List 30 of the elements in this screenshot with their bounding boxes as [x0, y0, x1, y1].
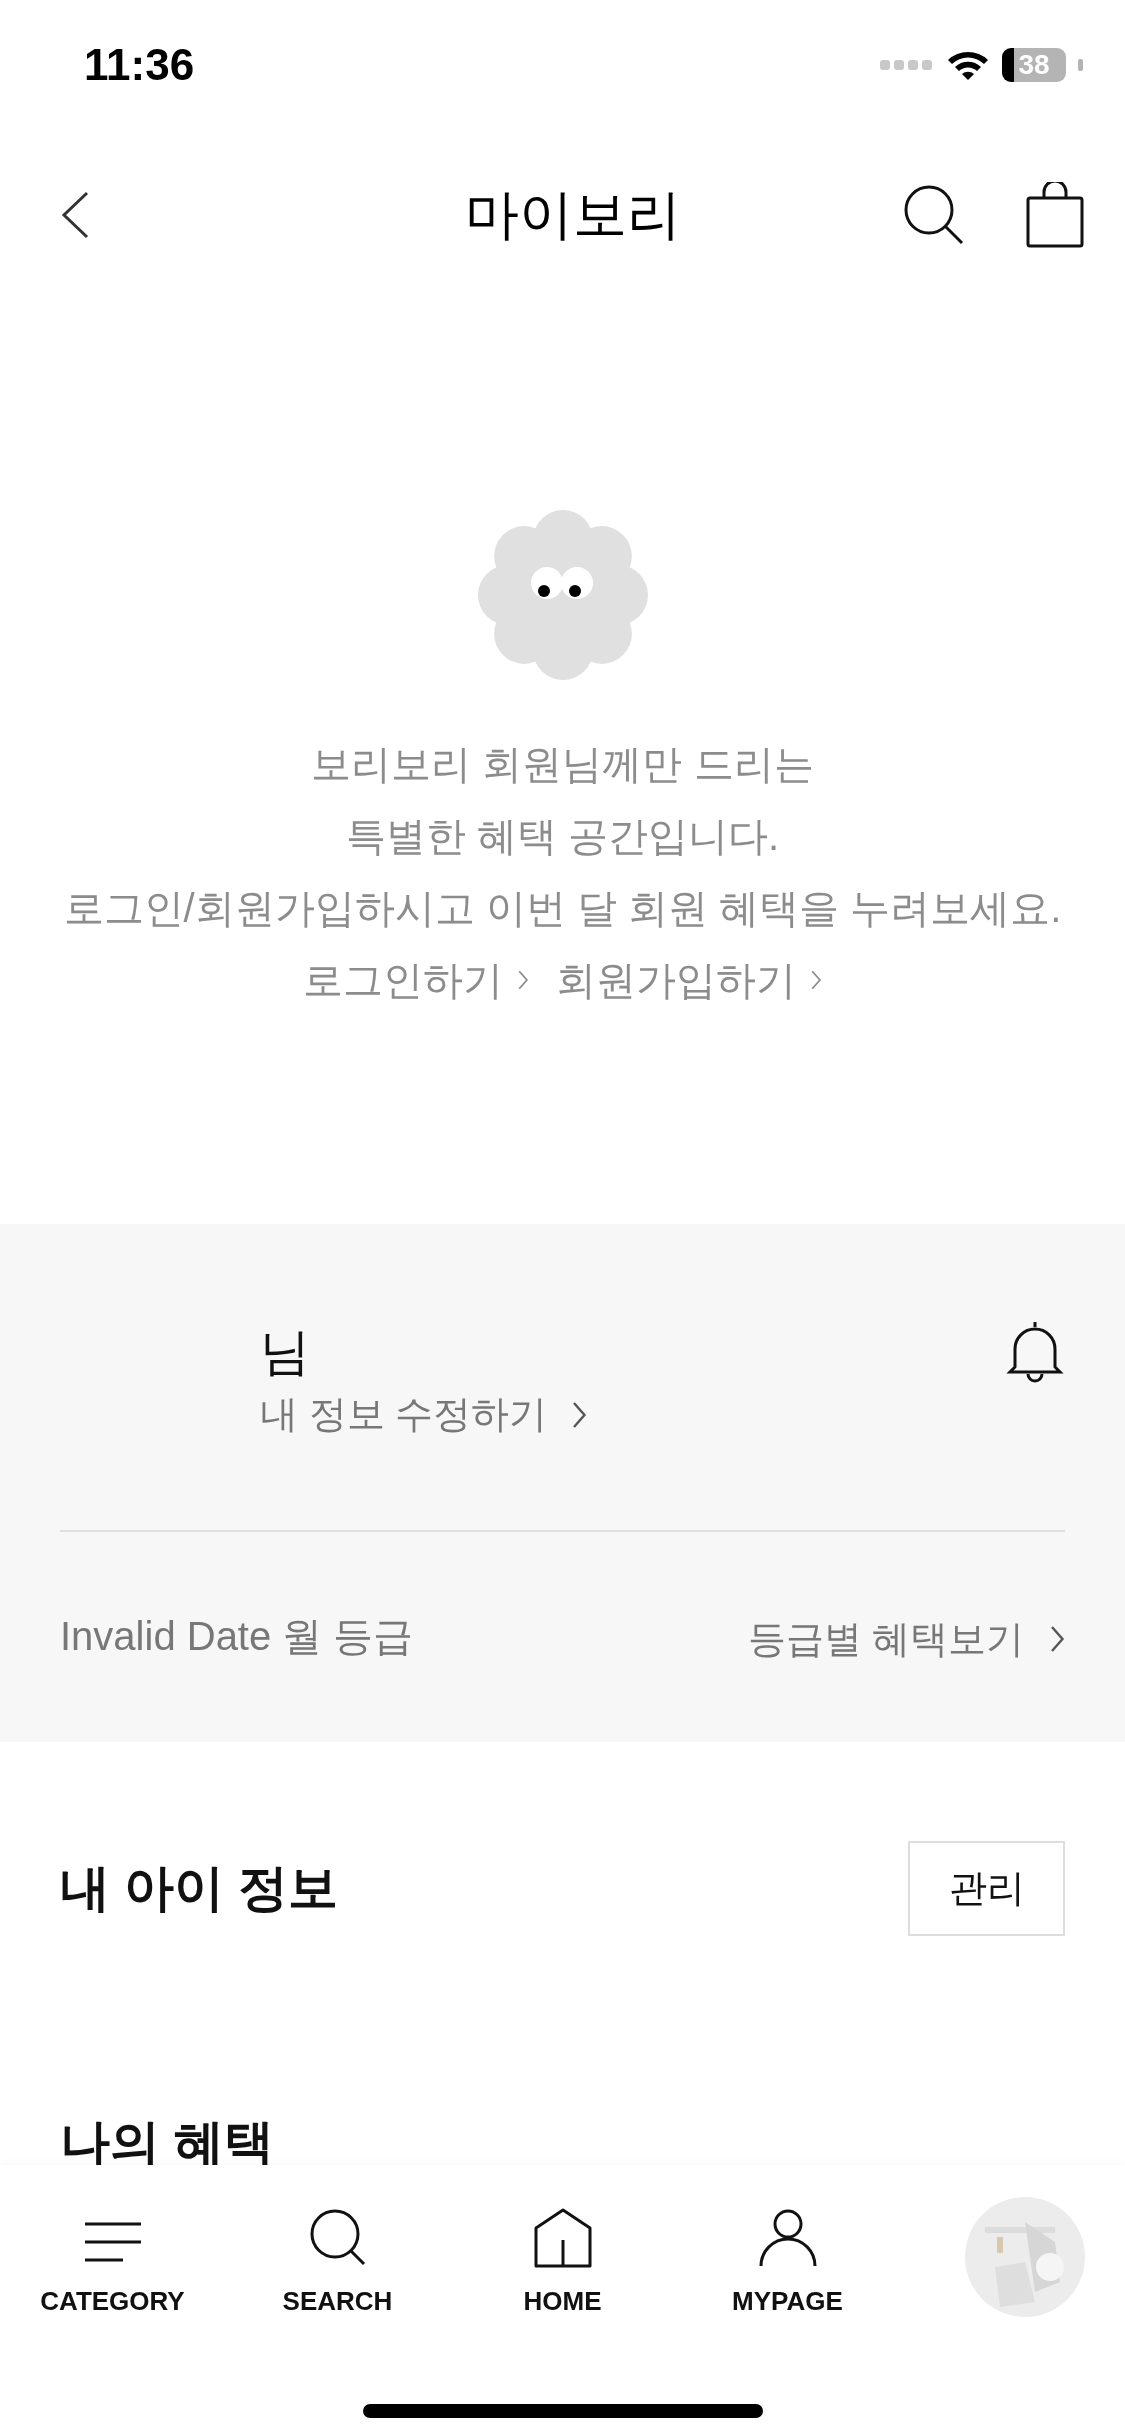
section-title: 내 아이 정보 [60, 1858, 338, 1918]
battery-cap-icon [1078, 59, 1083, 71]
person-icon [757, 2208, 818, 2268]
tab-button[interactable]: CATEGORY [0, 2197, 225, 2317]
grade-text: Invalid Date 월 등급 [60, 1612, 414, 1660]
chevron-icon [1048, 1624, 1065, 1654]
tab-button[interactable]: SEARCH [225, 2197, 450, 2317]
bell-icon[interactable] [1005, 1319, 1065, 1383]
chevron-icon [517, 969, 530, 991]
notice-text: 로그인/회원가입하시고 이번 달 회원 혜택을 누려보세요. [63, 885, 1062, 932]
search-icon [308, 2208, 367, 2268]
search-button[interactable] [903, 184, 965, 246]
battery-level: 38 [1002, 48, 1066, 82]
edit-profile-link[interactable]: 내 정보 수정하기 [260, 1389, 588, 1440]
home-icon [532, 2208, 593, 2268]
member-name: 님 [260, 1323, 311, 1382]
chevron-icon [809, 969, 822, 991]
tab-button[interactable]: MYPAGE [675, 2197, 900, 2317]
wifi-icon [946, 49, 990, 81]
grade-benefits-link[interactable]: 등급별 혜택보기 [747, 1613, 1065, 1665]
back-button[interactable] [60, 190, 90, 240]
tab-button[interactable]: HOME [450, 2197, 675, 2317]
shopping-bag-button[interactable] [1025, 182, 1085, 248]
section-title: 나의 혜택 [60, 2114, 275, 2173]
manage-button[interactable]: 관리 [908, 1840, 1065, 1936]
page-title: 마이보리 [464, 182, 681, 246]
signal-icon [880, 58, 934, 72]
clock: 11:36 [84, 40, 195, 90]
notice-text: 보리보리 회원님께만 드리는 [311, 741, 814, 788]
notice-text: 특별한 혜택 공간입니다. [345, 813, 780, 860]
